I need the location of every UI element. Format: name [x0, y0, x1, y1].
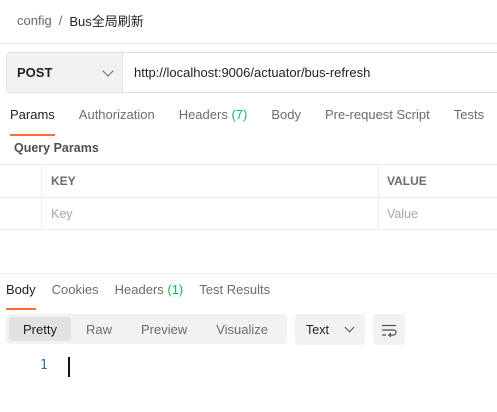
value-placeholder: Value — [387, 206, 419, 221]
query-params-title: Query Params — [14, 141, 99, 155]
tab-params[interactable]: Params — [10, 107, 55, 136]
params-table: KEY VALUE Key Value — [0, 164, 497, 230]
tab-label: Body — [6, 282, 36, 297]
visualize-button[interactable]: Visualize — [202, 317, 282, 341]
line-number: 1 — [40, 358, 48, 373]
tab-label: Headers — [178, 107, 228, 122]
tab-label: Pre-request Script — [324, 107, 430, 122]
raw-button[interactable]: Raw — [72, 317, 126, 341]
chevron-down-icon — [344, 322, 355, 333]
response-divider[interactable] — [0, 273, 497, 274]
url-input[interactable]: http://localhost:9006/actuator/bus-refre… — [123, 53, 497, 92]
response-tabs: Body Cookies Headers (1) Test Results — [6, 282, 286, 310]
row-checkbox-cell — [0, 198, 42, 229]
checkbox-column — [0, 165, 42, 197]
request-name[interactable]: Bus全局刷新 — [69, 11, 143, 30]
response-headers-count: (1) — [167, 282, 184, 297]
tab-pre-request-script[interactable]: Pre-request Script — [325, 107, 430, 131]
key-column-header: KEY — [51, 174, 76, 188]
tab-label: Tests — [453, 107, 485, 122]
tab-response-headers[interactable]: Headers (1) — [115, 282, 184, 304]
preview-button[interactable]: Preview — [127, 317, 201, 341]
tab-label: Test Results — [199, 282, 271, 297]
breadcrumb-collection[interactable]: config — [17, 13, 52, 28]
request-bar: POST http://localhost:9006/actuator/bus-… — [6, 52, 497, 93]
tab-label: Authorization — [78, 107, 155, 122]
tab-tests[interactable]: Tests — [454, 107, 484, 131]
format-select[interactable]: Text — [295, 314, 365, 345]
tab-test-results[interactable]: Test Results — [199, 282, 270, 304]
request-tabs: Params Authorization Headers (7) Body Pr… — [10, 107, 497, 136]
headers-count: (7) — [231, 107, 248, 122]
tab-cookies[interactable]: Cookies — [52, 282, 99, 304]
header-divider — [0, 43, 497, 44]
table-header-row: KEY VALUE — [0, 164, 497, 197]
method-select[interactable]: POST — [7, 53, 123, 92]
wrap-lines-button[interactable] — [373, 314, 405, 345]
breadcrumb-separator: / — [58, 12, 63, 28]
response-editor[interactable]: 1 — [0, 356, 497, 380]
method-label: POST — [17, 65, 53, 80]
key-input[interactable]: Key — [42, 198, 379, 229]
view-mode-group: Pretty Raw Preview Visualize — [6, 314, 287, 344]
tab-authorization[interactable]: Authorization — [79, 107, 155, 131]
text-cursor — [68, 357, 70, 377]
tab-label: Body — [271, 107, 301, 122]
value-input[interactable]: Value — [379, 198, 497, 229]
wrap-lines-icon — [382, 324, 397, 337]
tab-label: Cookies — [51, 282, 99, 297]
chevron-down-icon — [102, 64, 114, 77]
breadcrumb: config / Bus全局刷新 — [17, 11, 144, 29]
format-label: Text — [306, 322, 329, 337]
tab-headers[interactable]: Headers (7) — [179, 107, 248, 131]
pretty-button[interactable]: Pretty — [9, 317, 71, 341]
tab-body[interactable]: Body — [271, 107, 301, 131]
table-row: Key Value — [0, 197, 497, 230]
tab-response-body[interactable]: Body — [6, 282, 36, 310]
tab-label: Headers — [114, 282, 164, 297]
tab-label: Params — [10, 107, 55, 122]
value-column-header: VALUE — [387, 174, 427, 188]
key-placeholder: Key — [51, 206, 73, 221]
